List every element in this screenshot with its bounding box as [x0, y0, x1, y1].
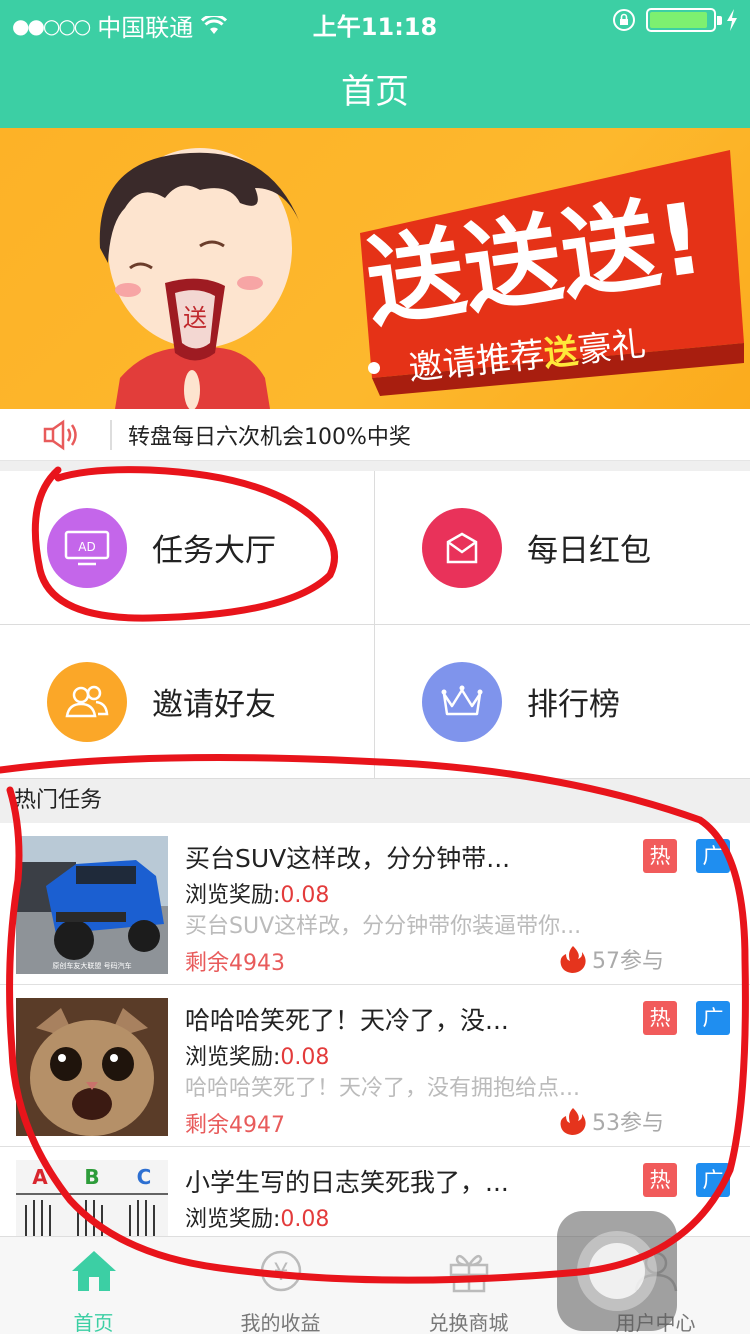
hot-badge: 热: [643, 1163, 677, 1197]
leaderboard-label: 排行榜: [527, 687, 620, 723]
ad-screen-icon: AD: [47, 507, 127, 588]
page-title: 首页: [341, 72, 409, 112]
crown-icon: [422, 661, 502, 742]
tab-label: 首页: [73, 1311, 114, 1334]
task-row[interactable]: 原创车友大联盟 号码汽车 买台SUV这样改，分分钟带... 浏览奖励:0.08 …: [0, 823, 750, 985]
red-packet-icon: [422, 507, 502, 588]
app-header: ●●○○○ 中国联通 上午11:18 首页: [0, 0, 750, 128]
mascot-shirt-text: 送: [183, 304, 207, 332]
tab-exchange-mall[interactable]: 兑换商城: [375, 1237, 562, 1334]
reward-label: 浏览奖励:: [185, 1045, 281, 1070]
ad-badge: 广: [696, 1001, 730, 1035]
daily-red-packet-button[interactable]: 每日红包: [375, 471, 750, 625]
task-title: 买台SUV这样改，分分钟带...: [185, 844, 511, 873]
reward-label: 浏览奖励:: [185, 883, 281, 908]
hot-task-list: 原创车友大联盟 号码汽车 买台SUV这样改，分分钟带... 浏览奖励:0.08 …: [0, 823, 750, 1236]
thumb-letter-c: C: [137, 1165, 152, 1189]
ad-badge: 广: [696, 839, 730, 873]
hot-badge: 热: [643, 1001, 677, 1035]
invite-friends-button[interactable]: 邀请好友: [0, 625, 375, 779]
flame-icon: [560, 1108, 586, 1135]
reward-value: 0.08: [280, 1207, 330, 1232]
task-row[interactable]: 哈哈哈笑死了！天冷了，没... 浏览奖励:0.08 哈哈哈笑死了！天冷了，没有拥…: [0, 985, 750, 1147]
status-bar: ●●○○○ 中国联通 上午11:18: [0, 0, 750, 42]
charging-icon: [727, 9, 737, 31]
banner-subline-highlight: 送: [542, 331, 580, 374]
task-description: 买台SUV这样改，分分钟带你装逼带你...: [185, 914, 582, 939]
rotation-lock-icon: [613, 9, 635, 31]
friends-icon: [47, 661, 127, 742]
participant-count: 57参与: [592, 949, 664, 974]
invite-friends-label: 邀请好友: [152, 687, 276, 723]
task-thumbnail: A B C: [16, 1160, 168, 1236]
feature-grid: AD 任务大厅 每日红包 邀请好友 排行榜: [0, 471, 750, 779]
tab-label: 我的收益: [240, 1311, 321, 1334]
promo-banner[interactable]: 送 送送送! 邀请推荐送豪礼: [0, 128, 750, 409]
thumb-letter-b: B: [84, 1165, 99, 1189]
battery-level: [650, 12, 708, 28]
participant-count: 53参与: [592, 1111, 664, 1136]
tab-home[interactable]: 首页: [0, 1237, 187, 1334]
thumb-letter-a: A: [32, 1165, 48, 1189]
remaining-count: 剩余4947: [185, 1113, 285, 1138]
leaderboard-button[interactable]: 排行榜: [375, 625, 750, 779]
banner-subline-after: 豪礼: [576, 324, 648, 371]
carousel-dot[interactable]: [368, 362, 380, 374]
speaker-icon: [43, 419, 77, 450]
thumbnail-caption: 原创车友大联盟 号码汽车: [52, 961, 131, 970]
task-hall-button[interactable]: AD 任务大厅: [0, 471, 375, 625]
task-title: 哈哈哈笑死了！天冷了，没...: [185, 1006, 509, 1035]
reward-value: 0.08: [280, 883, 330, 908]
banner-headline-group: 送送送! 邀请推荐送豪礼: [359, 150, 744, 396]
notice-text: 转盘每日六次机会100%中奖: [128, 424, 411, 450]
reward-value: 0.08: [280, 1045, 330, 1070]
reward-label: 浏览奖励:: [185, 1207, 281, 1232]
task-hall-label: 任务大厅: [152, 533, 276, 569]
ad-badge: 广: [696, 1163, 730, 1197]
task-title: 小学生写的日志笑死我了，...: [185, 1168, 509, 1197]
task-thumbnail: 原创车友大联盟 号码汽车: [16, 836, 168, 974]
mascot-illustration: 送: [99, 148, 300, 409]
notice-bar[interactable]: 转盘每日六次机会100%中奖: [0, 409, 750, 461]
svg-text:¥: ¥: [273, 1258, 288, 1286]
task-description: 哈哈哈笑死了！天冷了，没有拥抱给点...: [185, 1076, 580, 1101]
gift-icon: [449, 1254, 489, 1293]
yen-coin-icon: ¥: [260, 1250, 302, 1292]
task-thumbnail: [16, 998, 168, 1136]
hot-badge: 热: [643, 839, 677, 873]
home-icon: [72, 1251, 116, 1291]
notice-divider: [110, 419, 112, 450]
section-title: 热门任务: [0, 779, 750, 823]
flame-icon: [560, 946, 586, 973]
tab-earnings[interactable]: ¥ 我的收益: [187, 1237, 374, 1334]
svg-text:AD: AD: [78, 540, 95, 554]
section-gap: [0, 461, 750, 471]
tab-label: 兑换商城: [428, 1311, 509, 1334]
assistive-touch-button[interactable]: [557, 1211, 677, 1331]
remaining-count: 剩余4943: [185, 951, 285, 976]
battery-indicator: [646, 8, 722, 32]
daily-red-packet-label: 每日红包: [527, 533, 651, 569]
